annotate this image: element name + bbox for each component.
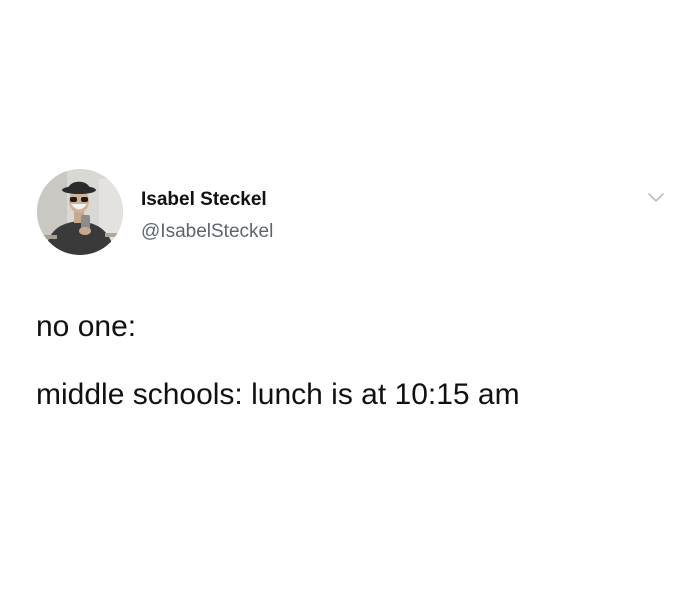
profile-photo-icon (37, 169, 123, 255)
user-handle[interactable]: @IsabelSteckel (141, 221, 273, 243)
tweet-card: Isabel Steckel @IsabelSteckel no one: mi… (0, 0, 700, 609)
avatar[interactable] (37, 169, 123, 255)
chevron-down-icon[interactable] (646, 191, 666, 205)
tweet-text-line: middle schools: lunch is at 10:15 am (36, 378, 520, 411)
tweet-text-line: no one: (36, 310, 137, 343)
display-name[interactable]: Isabel Steckel (141, 189, 267, 211)
